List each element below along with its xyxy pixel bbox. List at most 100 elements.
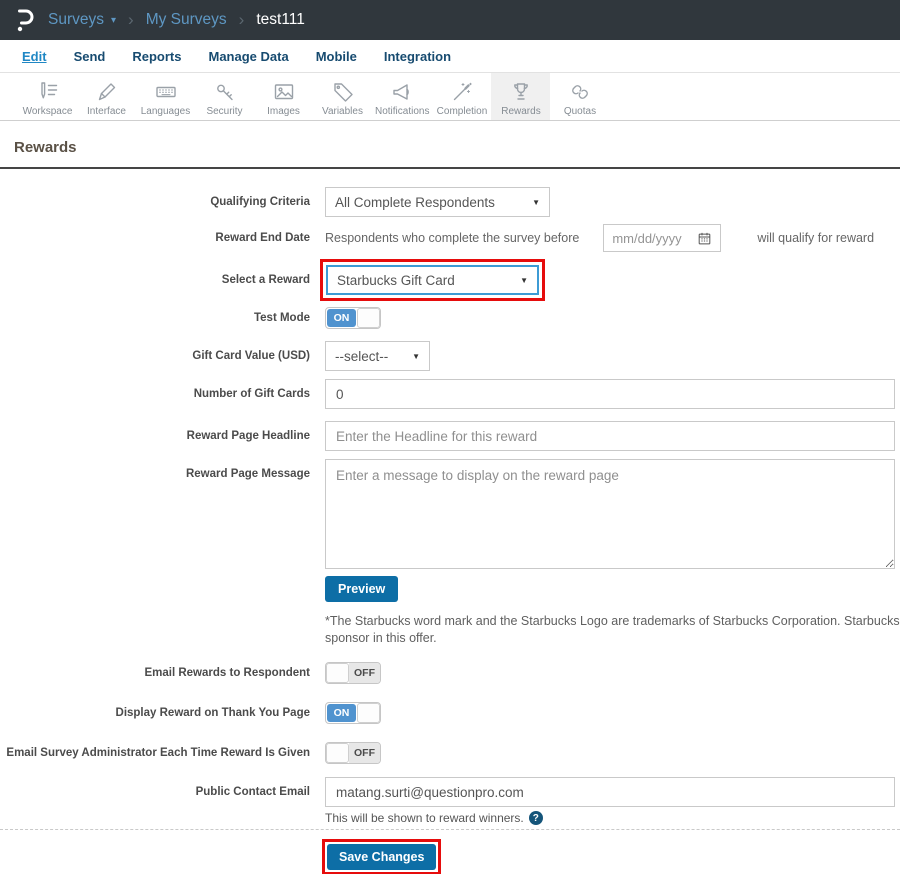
image-icon (272, 79, 296, 104)
toolbar-item-label: Completion (437, 106, 488, 117)
toolbar-item-variables[interactable]: Variables (313, 73, 372, 120)
email-rewards-toggle[interactable]: OFF (325, 662, 381, 684)
toolbar-item-workspace[interactable]: Workspace (18, 73, 77, 120)
chain-icon (568, 79, 592, 104)
starbucks-disclaimer: *The Starbucks word mark and the Starbuc… (325, 613, 900, 647)
heading-rule (0, 167, 900, 169)
reward-page-headline-label: Reward Page Headline (0, 430, 310, 442)
tab-send[interactable]: Send (74, 49, 106, 64)
breadcrumb: Surveys ▾ › My Surveys › test111 (48, 10, 305, 30)
calendar-icon[interactable] (697, 231, 712, 246)
toolbar-item-quotas[interactable]: Quotas (550, 73, 609, 120)
save-row: Save Changes (322, 839, 900, 874)
select-reward-label: Select a Reward (0, 274, 310, 286)
end-date-prefix-text: Respondents who complete the survey befo… (325, 231, 579, 245)
select-value: All Complete Respondents (335, 195, 495, 210)
helper-text: This will be shown to reward winners. (325, 811, 524, 825)
toggle-state-text: ON (327, 309, 356, 327)
page-title: Rewards (14, 139, 900, 156)
surveys-menu-label: Surveys (48, 11, 104, 29)
email-admin-label: Email Survey Administrator Each Time Rew… (0, 747, 310, 759)
annotation-highlight-select-reward: Starbucks Gift Card ▼ (320, 259, 545, 301)
chevron-down-icon: ▾ (111, 15, 116, 26)
reward-page-headline-input[interactable] (325, 421, 895, 451)
breadcrumb-my-surveys[interactable]: My Surveys (146, 11, 227, 29)
select-value: Starbucks Gift Card (337, 273, 455, 288)
wand-icon (450, 79, 474, 104)
display-reward-toggle[interactable]: ON (325, 702, 381, 724)
tab-edit[interactable]: Edit (22, 49, 47, 64)
gift-card-value-select[interactable]: --select-- ▼ (325, 341, 430, 371)
toggle-state-text: ON (327, 704, 356, 722)
public-email-helper: This will be shown to reward winners. ? (325, 811, 543, 825)
breadcrumb-separator: › (239, 10, 245, 30)
gift-card-value-label: Gift Card Value (USD) (0, 350, 310, 362)
save-changes-button[interactable]: Save Changes (327, 844, 436, 870)
toolbar-item-interface[interactable]: Interface (77, 73, 136, 120)
number-of-gift-cards-input[interactable] (325, 379, 895, 409)
key-icon (213, 79, 237, 104)
questionpro-logo-icon[interactable] (12, 7, 38, 34)
reward-end-date-input[interactable]: mm/dd/yyyy (603, 224, 721, 252)
caret-down-icon: ▼ (520, 276, 528, 285)
rewards-form: Qualifying Criteria All Complete Respond… (0, 187, 900, 825)
main-tabs: Edit Send Reports Manage Data Mobile Int… (0, 40, 900, 73)
public-contact-email-label: Public Contact Email (0, 786, 310, 798)
tab-manage-data[interactable]: Manage Data (208, 49, 288, 64)
tab-mobile[interactable]: Mobile (316, 49, 357, 64)
pen-list-icon (36, 79, 60, 104)
test-mode-toggle[interactable]: ON (325, 307, 381, 329)
keyboard-icon (154, 79, 178, 104)
toggle-knob (357, 308, 380, 328)
end-date-suffix-text: will qualify for reward (757, 231, 874, 245)
toggle-knob (326, 743, 349, 763)
test-mode-label: Test Mode (0, 312, 310, 324)
toolbar-item-label: Images (267, 106, 300, 117)
display-reward-label: Display Reward on Thank You Page (0, 707, 310, 719)
surveys-menu[interactable]: Surveys ▾ (48, 11, 116, 29)
toolbar-item-completion[interactable]: Completion (432, 73, 491, 120)
toolbar-item-label: Languages (141, 106, 191, 117)
toggle-knob (326, 663, 349, 683)
preview-button[interactable]: Preview (325, 576, 398, 602)
annotation-highlight-save: Save Changes (322, 839, 441, 874)
toolbar-item-rewards[interactable]: Rewards (491, 73, 550, 120)
caret-down-icon: ▼ (412, 352, 420, 361)
email-admin-toggle[interactable]: OFF (325, 742, 381, 764)
disclaimer-line-2: sponsor in this offer. (325, 630, 900, 647)
disclaimer-line-1: *The Starbucks word mark and the Starbuc… (325, 613, 900, 630)
topbar: Surveys ▾ › My Surveys › test111 (0, 0, 900, 40)
toolbar-item-label: Quotas (564, 106, 596, 117)
public-contact-email-input[interactable] (325, 777, 895, 807)
tag-icon (331, 79, 355, 104)
breadcrumb-current-survey: test111 (256, 11, 305, 29)
toolbar-item-label: Variables (322, 106, 363, 117)
toolbar-item-label: Interface (87, 106, 126, 117)
toolbar-item-images[interactable]: Images (254, 73, 313, 120)
megaphone-icon (390, 79, 414, 104)
select-value: --select-- (335, 349, 388, 364)
toolbar-item-notifications[interactable]: Notifications (372, 73, 432, 120)
toolbar-item-label: Workspace (23, 106, 73, 117)
select-reward-select[interactable]: Starbucks Gift Card ▼ (326, 265, 539, 295)
number-of-gift-cards-label: Number of Gift Cards (0, 388, 310, 400)
pencil-icon (95, 79, 119, 104)
reward-end-date-label: Reward End Date (0, 232, 310, 244)
tab-reports[interactable]: Reports (132, 49, 181, 64)
caret-down-icon: ▼ (532, 198, 540, 207)
toolbar-item-languages[interactable]: Languages (136, 73, 195, 120)
tab-integration[interactable]: Integration (384, 49, 451, 64)
toggle-state-text: OFF (349, 663, 380, 683)
toolbar-item-label: Notifications (375, 106, 429, 117)
edit-toolbar: Workspace Interface Languages Security I… (0, 73, 900, 121)
toggle-knob (357, 703, 380, 723)
dashed-divider (0, 829, 900, 830)
help-icon[interactable]: ? (529, 811, 543, 825)
reward-page-message-textarea[interactable] (325, 459, 895, 569)
toolbar-item-label: Rewards (501, 106, 540, 117)
qualifying-criteria-select[interactable]: All Complete Respondents ▼ (325, 187, 550, 217)
reward-page-message-label: Reward Page Message (0, 459, 310, 480)
toggle-state-text: OFF (349, 743, 380, 763)
toolbar-item-security[interactable]: Security (195, 73, 254, 120)
qualifying-criteria-label: Qualifying Criteria (0, 196, 310, 208)
